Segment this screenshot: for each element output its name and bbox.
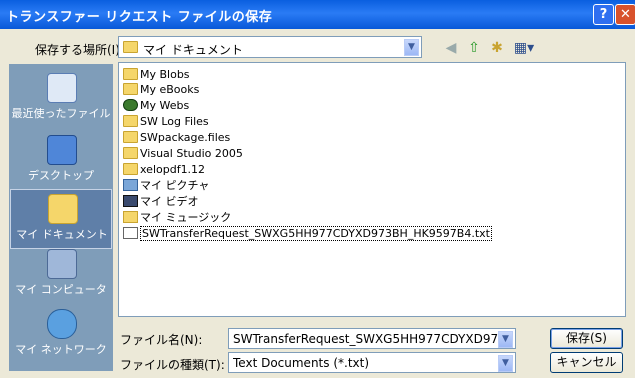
my-documents-icon [123, 41, 138, 53]
chevron-down-icon[interactable]: ▼ [404, 39, 419, 56]
desktop-icon [47, 135, 77, 165]
list-item[interactable]: マイ ピクチャ [123, 178, 209, 193]
folder-icon [123, 68, 138, 80]
save-in-label: 保存する場所(I): [35, 43, 124, 57]
folder-icon [123, 83, 138, 95]
list-item[interactable]: マイ ミュージック [123, 210, 231, 225]
filetype-select[interactable]: Text Documents (*.txt) ▼ [228, 352, 516, 373]
my-network-icon [47, 309, 77, 339]
place-desktop[interactable]: デスクトップ [10, 131, 112, 191]
list-item[interactable]: SWpackage.files [123, 130, 230, 145]
help-button[interactable]: ? [593, 4, 614, 25]
cancel-button[interactable]: キャンセル [550, 352, 623, 373]
save-dialog: トランスファー リクエスト ファイルの保存 ? ✕ 保存する場所(I): マイ … [0, 0, 635, 378]
my-computer-icon [47, 249, 77, 279]
save-in-value: マイ ドキュメント [143, 43, 243, 57]
views-icon[interactable]: ▦▾ [509, 38, 539, 58]
my-documents-icon [48, 194, 78, 224]
filetype-label: ファイルの種類(T): [120, 358, 225, 372]
place-my-network[interactable]: マイ ネットワーク [10, 305, 112, 365]
places-bar: 最近使ったファイル デスクトップ マイ ドキュメント マイ コンピュータ マイ … [9, 64, 113, 371]
save-button[interactable]: 保存(S) [550, 328, 623, 349]
filename-label: ファイル名(N): [120, 333, 203, 347]
list-item[interactable]: Visual Studio 2005 [123, 146, 243, 161]
place-recent[interactable]: 最近使ったファイル [10, 69, 112, 129]
filename-input[interactable]: SWTransferRequest_SWXG5HH977CDYXD973BH_H… [228, 328, 516, 349]
list-item[interactable]: My Blobs [123, 67, 190, 82]
list-item[interactable]: My Webs [123, 98, 189, 113]
window-title: トランスファー リクエスト ファイルの保存 [6, 10, 273, 25]
file-list[interactable]: My Blobs My eBooks My Webs SW Log Files … [118, 62, 626, 317]
list-item[interactable]: SW Log Files [123, 114, 209, 129]
folder-icon [123, 163, 138, 175]
chevron-down-icon[interactable]: ▼ [498, 355, 513, 372]
new-folder-icon[interactable]: ✱ [486, 38, 508, 58]
list-item-selected[interactable]: SWTransferRequest_SWXG5HH977CDYXD973BH_H… [123, 226, 492, 241]
up-folder-icon[interactable]: ⇧ [463, 38, 485, 58]
videos-icon [123, 195, 138, 207]
text-file-icon [123, 227, 138, 239]
close-button[interactable]: ✕ [615, 4, 635, 25]
save-in-combo[interactable]: マイ ドキュメント ▼ [118, 36, 422, 58]
recent-icon [47, 73, 77, 103]
chevron-down-icon[interactable]: ▼ [498, 331, 513, 348]
music-icon [123, 211, 138, 223]
pictures-icon [123, 179, 138, 191]
list-item[interactable]: マイ ビデオ [123, 194, 199, 209]
place-my-computer[interactable]: マイ コンピュータ [10, 245, 112, 305]
back-icon[interactable]: ◀ [440, 38, 462, 58]
folder-icon [123, 115, 138, 127]
web-folder-icon [123, 99, 138, 111]
place-my-documents[interactable]: マイ ドキュメント [10, 189, 112, 249]
folder-icon [123, 131, 138, 143]
list-item[interactable]: xelopdf1.12 [123, 162, 205, 177]
list-item[interactable]: My eBooks [123, 82, 199, 97]
folder-icon [123, 147, 138, 159]
title-bar[interactable]: トランスファー リクエスト ファイルの保存 ? ✕ [0, 0, 635, 29]
